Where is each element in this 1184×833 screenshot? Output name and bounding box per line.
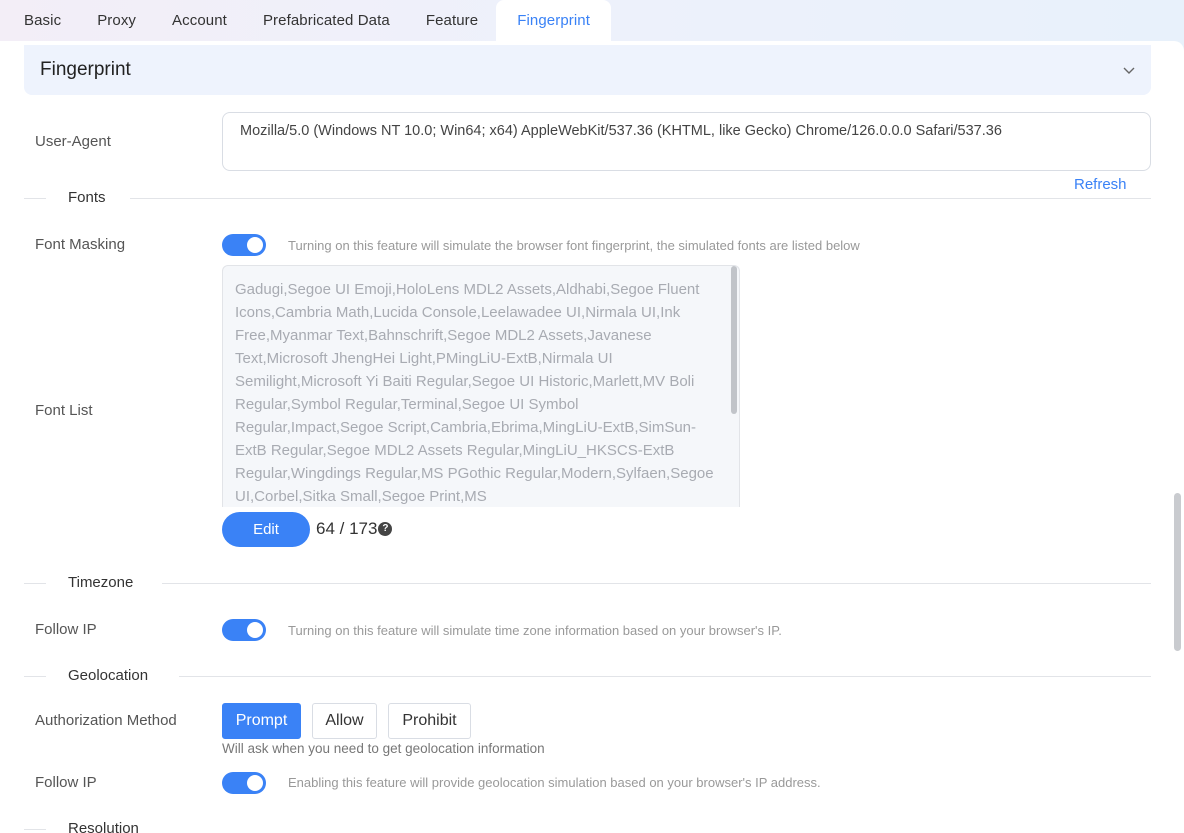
allow-button[interactable]: Allow bbox=[312, 703, 377, 739]
resolution-divider-label: Resolution bbox=[68, 820, 139, 833]
section-title: Fingerprint bbox=[40, 59, 131, 80]
font-list-box[interactable]: Gadugi,Segoe UI Emoji,HoloLens MDL2 Asse… bbox=[222, 265, 740, 507]
font-count: 64 / 173 ? bbox=[316, 519, 393, 539]
refresh-link[interactable]: Refresh bbox=[1074, 176, 1127, 193]
timezone-follow-ip-hint: Turning on this feature will simulate ti… bbox=[288, 623, 782, 638]
page-scrollbar[interactable] bbox=[1174, 493, 1181, 651]
tab-proxy[interactable]: Proxy bbox=[79, 0, 154, 41]
font-masking-label: Font Masking bbox=[35, 236, 126, 253]
fingerprint-section-header[interactable]: Fingerprint bbox=[24, 45, 1151, 95]
settings-panel: Fingerprint User-Agent Mozilla/5.0 (Wind… bbox=[0, 41, 1184, 833]
tab-fingerprint[interactable]: Fingerprint bbox=[496, 0, 612, 41]
chevron-down-icon[interactable] bbox=[1123, 63, 1135, 78]
font-count-value: 64 / 173 bbox=[316, 519, 378, 538]
fonts-divider: Fonts bbox=[24, 189, 1151, 206]
geolocation-follow-ip-hint: Enabling this feature will provide geolo… bbox=[288, 775, 821, 790]
font-list-scrollbar[interactable] bbox=[731, 266, 737, 414]
timezone-divider-label: Timezone bbox=[68, 574, 134, 591]
user-agent-label: User-Agent bbox=[35, 133, 111, 150]
edit-fonts-button[interactable]: Edit bbox=[222, 512, 310, 547]
tab-feature[interactable]: Feature bbox=[408, 0, 496, 41]
tab-account[interactable]: Account bbox=[154, 0, 245, 41]
timezone-follow-ip-toggle[interactable] bbox=[222, 619, 266, 641]
font-list-label: Font List bbox=[35, 402, 93, 419]
tab-prefabricated-data[interactable]: Prefabricated Data bbox=[245, 0, 408, 41]
font-masking-hint: Turning on this feature will simulate th… bbox=[288, 238, 860, 253]
geolocation-follow-ip-label: Follow IP bbox=[35, 774, 97, 791]
help-icon[interactable]: ? bbox=[378, 522, 393, 536]
timezone-follow-ip-label: Follow IP bbox=[35, 621, 97, 638]
geolocation-follow-ip-toggle[interactable] bbox=[222, 772, 266, 794]
prompt-button[interactable]: Prompt bbox=[222, 703, 301, 739]
prohibit-button[interactable]: Prohibit bbox=[388, 703, 471, 739]
resolution-divider: Resolution bbox=[24, 820, 1151, 833]
geolocation-divider: Geolocation bbox=[24, 667, 1151, 684]
font-list-text: Gadugi,Segoe UI Emoji,HoloLens MDL2 Asse… bbox=[235, 281, 714, 505]
font-masking-toggle[interactable] bbox=[222, 234, 266, 256]
geolocation-divider-label: Geolocation bbox=[68, 667, 149, 684]
user-agent-textarea[interactable]: Mozilla/5.0 (Windows NT 10.0; Win64; x64… bbox=[222, 112, 1151, 171]
authorization-hint: Will ask when you need to get geolocatio… bbox=[222, 741, 545, 756]
authorization-method-label: Authorization Method bbox=[35, 712, 177, 729]
fonts-divider-label: Fonts bbox=[68, 189, 106, 206]
tab-basic[interactable]: Basic bbox=[6, 0, 79, 41]
timezone-divider: Timezone bbox=[24, 574, 1151, 591]
tab-bar: Basic Proxy Account Prefabricated Data F… bbox=[0, 0, 1184, 41]
